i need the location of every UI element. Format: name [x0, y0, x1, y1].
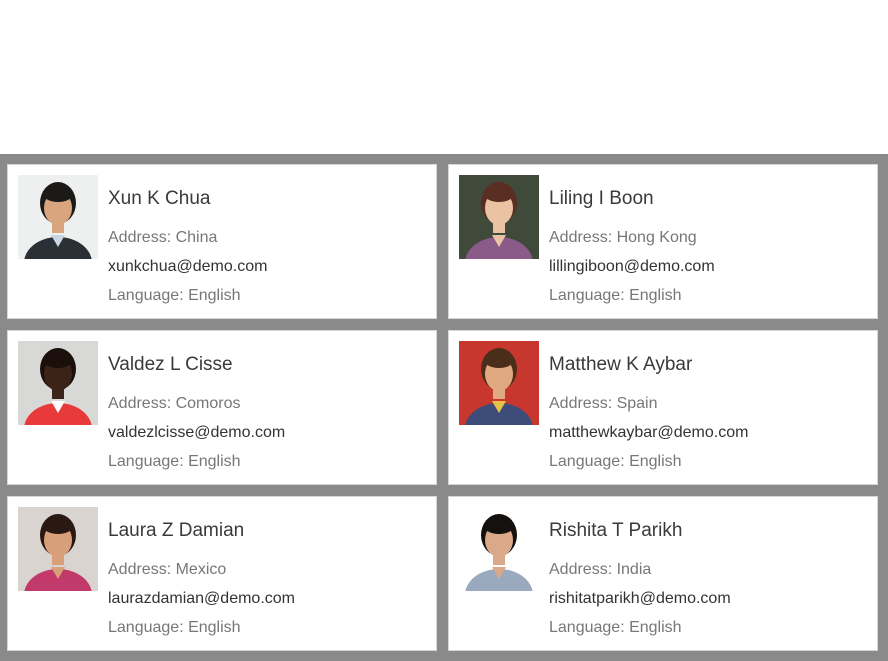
contact-email[interactable]: xunkchua@demo.com [108, 258, 267, 276]
top-blank-area [0, 0, 888, 154]
contact-card[interactable]: Xun K Chua Address: China xunkchua@demo.… [7, 164, 437, 319]
contact-address: Address: Hong Kong [549, 229, 697, 246]
contact-language: Language: English [549, 619, 682, 636]
contact-card[interactable]: Matthew K Aybar Address: Spain matthewka… [448, 330, 878, 485]
avatar [459, 507, 539, 591]
contact-address: Address: Comoros [108, 395, 241, 412]
contact-name: Rishita T Parikh [549, 520, 683, 541]
avatar [18, 341, 98, 425]
contact-name: Matthew K Aybar [549, 354, 693, 375]
contact-address: Address: India [549, 561, 652, 578]
portrait-image [459, 341, 539, 425]
portrait-hair-top [43, 352, 73, 368]
contact-language: Language: English [108, 453, 241, 470]
portrait-image [18, 175, 98, 259]
portrait-image [18, 507, 98, 591]
contact-card[interactable]: Laura Z Damian Address: Mexico laurazdam… [7, 496, 437, 651]
contact-language: Language: English [108, 619, 241, 636]
contact-email[interactable]: valdezlcisse@demo.com [108, 424, 285, 442]
contact-address: Address: Mexico [108, 561, 227, 578]
portrait-image [459, 175, 539, 259]
contact-name: Xun K Chua [108, 188, 211, 209]
contact-email[interactable]: laurazdamian@demo.com [108, 590, 295, 608]
contact-card[interactable]: Valdez L Cisse Address: Comoros valdezlc… [7, 330, 437, 485]
portrait-hair-top [43, 518, 73, 534]
contact-card[interactable]: Rishita T Parikh Address: India rishitat… [448, 496, 878, 651]
avatar [459, 175, 539, 259]
contact-name: Valdez L Cisse [108, 354, 233, 375]
contact-email[interactable]: matthewkaybar@demo.com [549, 424, 748, 442]
avatar [459, 341, 539, 425]
contact-grid: Xun K Chua Address: China xunkchua@demo.… [0, 154, 888, 661]
contact-email[interactable]: rishitatparikh@demo.com [549, 590, 731, 608]
contact-language: Language: English [549, 287, 682, 304]
avatar [18, 175, 98, 259]
contact-address: Address: China [108, 229, 218, 246]
contact-address: Address: Spain [549, 395, 658, 412]
contact-language: Language: English [108, 287, 241, 304]
contact-name: Liling I Boon [549, 188, 654, 209]
portrait-image [18, 341, 98, 425]
portrait-image [459, 507, 539, 591]
contact-email[interactable]: lillingiboon@demo.com [549, 258, 715, 276]
avatar [18, 507, 98, 591]
portrait-hair-top [484, 352, 514, 368]
portrait-hair-top [484, 186, 514, 202]
portrait-hair-top [484, 518, 514, 534]
portrait-hair-top [43, 186, 73, 202]
contact-name: Laura Z Damian [108, 520, 245, 541]
contact-card[interactable]: Liling I Boon Address: Hong Kong lilling… [448, 164, 878, 319]
contact-language: Language: English [549, 453, 682, 470]
